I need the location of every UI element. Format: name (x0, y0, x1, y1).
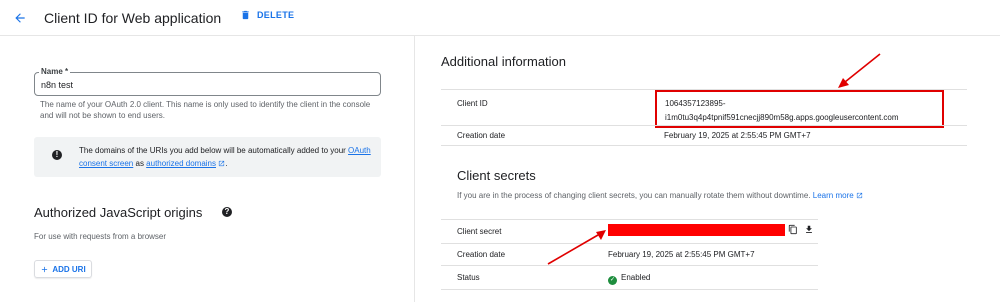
secret-creation-date-value: February 19, 2025 at 2:55:45 PM GMT+7 (608, 250, 755, 259)
status-row: Status ✓ Enabled (441, 265, 818, 289)
plus-icon (42, 266, 48, 272)
client-secret-label: Client secret (457, 227, 502, 236)
delete-button[interactable]: DELETE (240, 9, 294, 21)
client-id-highlight-box: 1064357123895- i1m0tu3q4p4tpnif591cnecjj… (655, 90, 944, 128)
secrets-desc-text: If you are in the process of changing cl… (457, 191, 811, 200)
page-title: Client ID for Web application (44, 10, 222, 26)
annotation-arrow-client-id (838, 53, 881, 88)
creation-date-value: February 19, 2025 at 2:55:45 PM GMT+7 (664, 131, 811, 140)
arrow-back-icon (15, 13, 25, 23)
client-id-value[interactable]: 1064357123895- i1m0tu3q4p4tpnif591cnecjj… (665, 97, 899, 125)
creation-date-row: Creation date February 19, 2025 at 2:55:… (441, 125, 967, 145)
add-uri-button[interactable]: ADD URI (34, 260, 92, 278)
help-icon[interactable]: ? (222, 207, 232, 217)
add-uri-label: ADD URI (52, 264, 86, 274)
page-header: Client ID for Web application DELETE (0, 0, 1000, 36)
secret-creation-date-label: Creation date (457, 250, 506, 259)
info-text-after: . (225, 159, 228, 168)
additional-info-title: Additional information (441, 54, 567, 69)
open-in-new-icon (856, 192, 863, 199)
client-id-line-2: i1m0tu3q4p4tpnif591cnecjj890m58g.apps.go… (665, 113, 899, 122)
table-bottom-border (441, 145, 967, 146)
status-text: Enabled (621, 273, 651, 282)
client-id-line-1: 1064357123895- (665, 99, 726, 108)
info-banner: ! The domains of the URIs you add below … (34, 137, 381, 177)
name-field[interactable]: Name * n8n test (34, 67, 381, 96)
js-origins-title: Authorized JavaScript origins (34, 205, 203, 220)
status-label: Status (457, 273, 480, 282)
client-secret-redaction (608, 224, 785, 236)
trash-icon (242, 10, 249, 20)
name-field-value: n8n test (41, 80, 74, 90)
client-secrets-description: If you are in the process of changing cl… (457, 191, 863, 200)
js-origins-description: For use with requests from a browser (34, 232, 167, 241)
download-icon[interactable] (804, 224, 814, 235)
creation-date-label: Creation date (457, 131, 506, 140)
name-field-label: Name * (39, 67, 71, 76)
check-circle-icon: ✓ (608, 276, 617, 285)
column-divider (414, 36, 415, 302)
copy-icon[interactable] (788, 224, 798, 235)
info-banner-text: The domains of the URIs you add below wi… (79, 144, 374, 170)
status-value: ✓ Enabled (608, 273, 650, 285)
secrets-table-bottom-border (441, 289, 818, 290)
client-secrets-title: Client secrets (457, 168, 536, 183)
authorized-domains-link[interactable]: authorized domains (146, 159, 216, 168)
back-button[interactable] (10, 8, 30, 28)
name-help-text: The name of your OAuth 2.0 client. This … (40, 100, 371, 120)
delete-label: DELETE (257, 10, 295, 20)
secret-creation-date-row: Creation date February 19, 2025 at 2:55:… (441, 243, 818, 265)
info-text-before: The domains of the URIs you add below wi… (79, 146, 349, 155)
learn-more-link[interactable]: Learn more (813, 191, 854, 200)
client-id-label: Client ID (457, 99, 488, 108)
info-text-middle: as (133, 159, 147, 168)
info-icon: ! (52, 150, 62, 160)
